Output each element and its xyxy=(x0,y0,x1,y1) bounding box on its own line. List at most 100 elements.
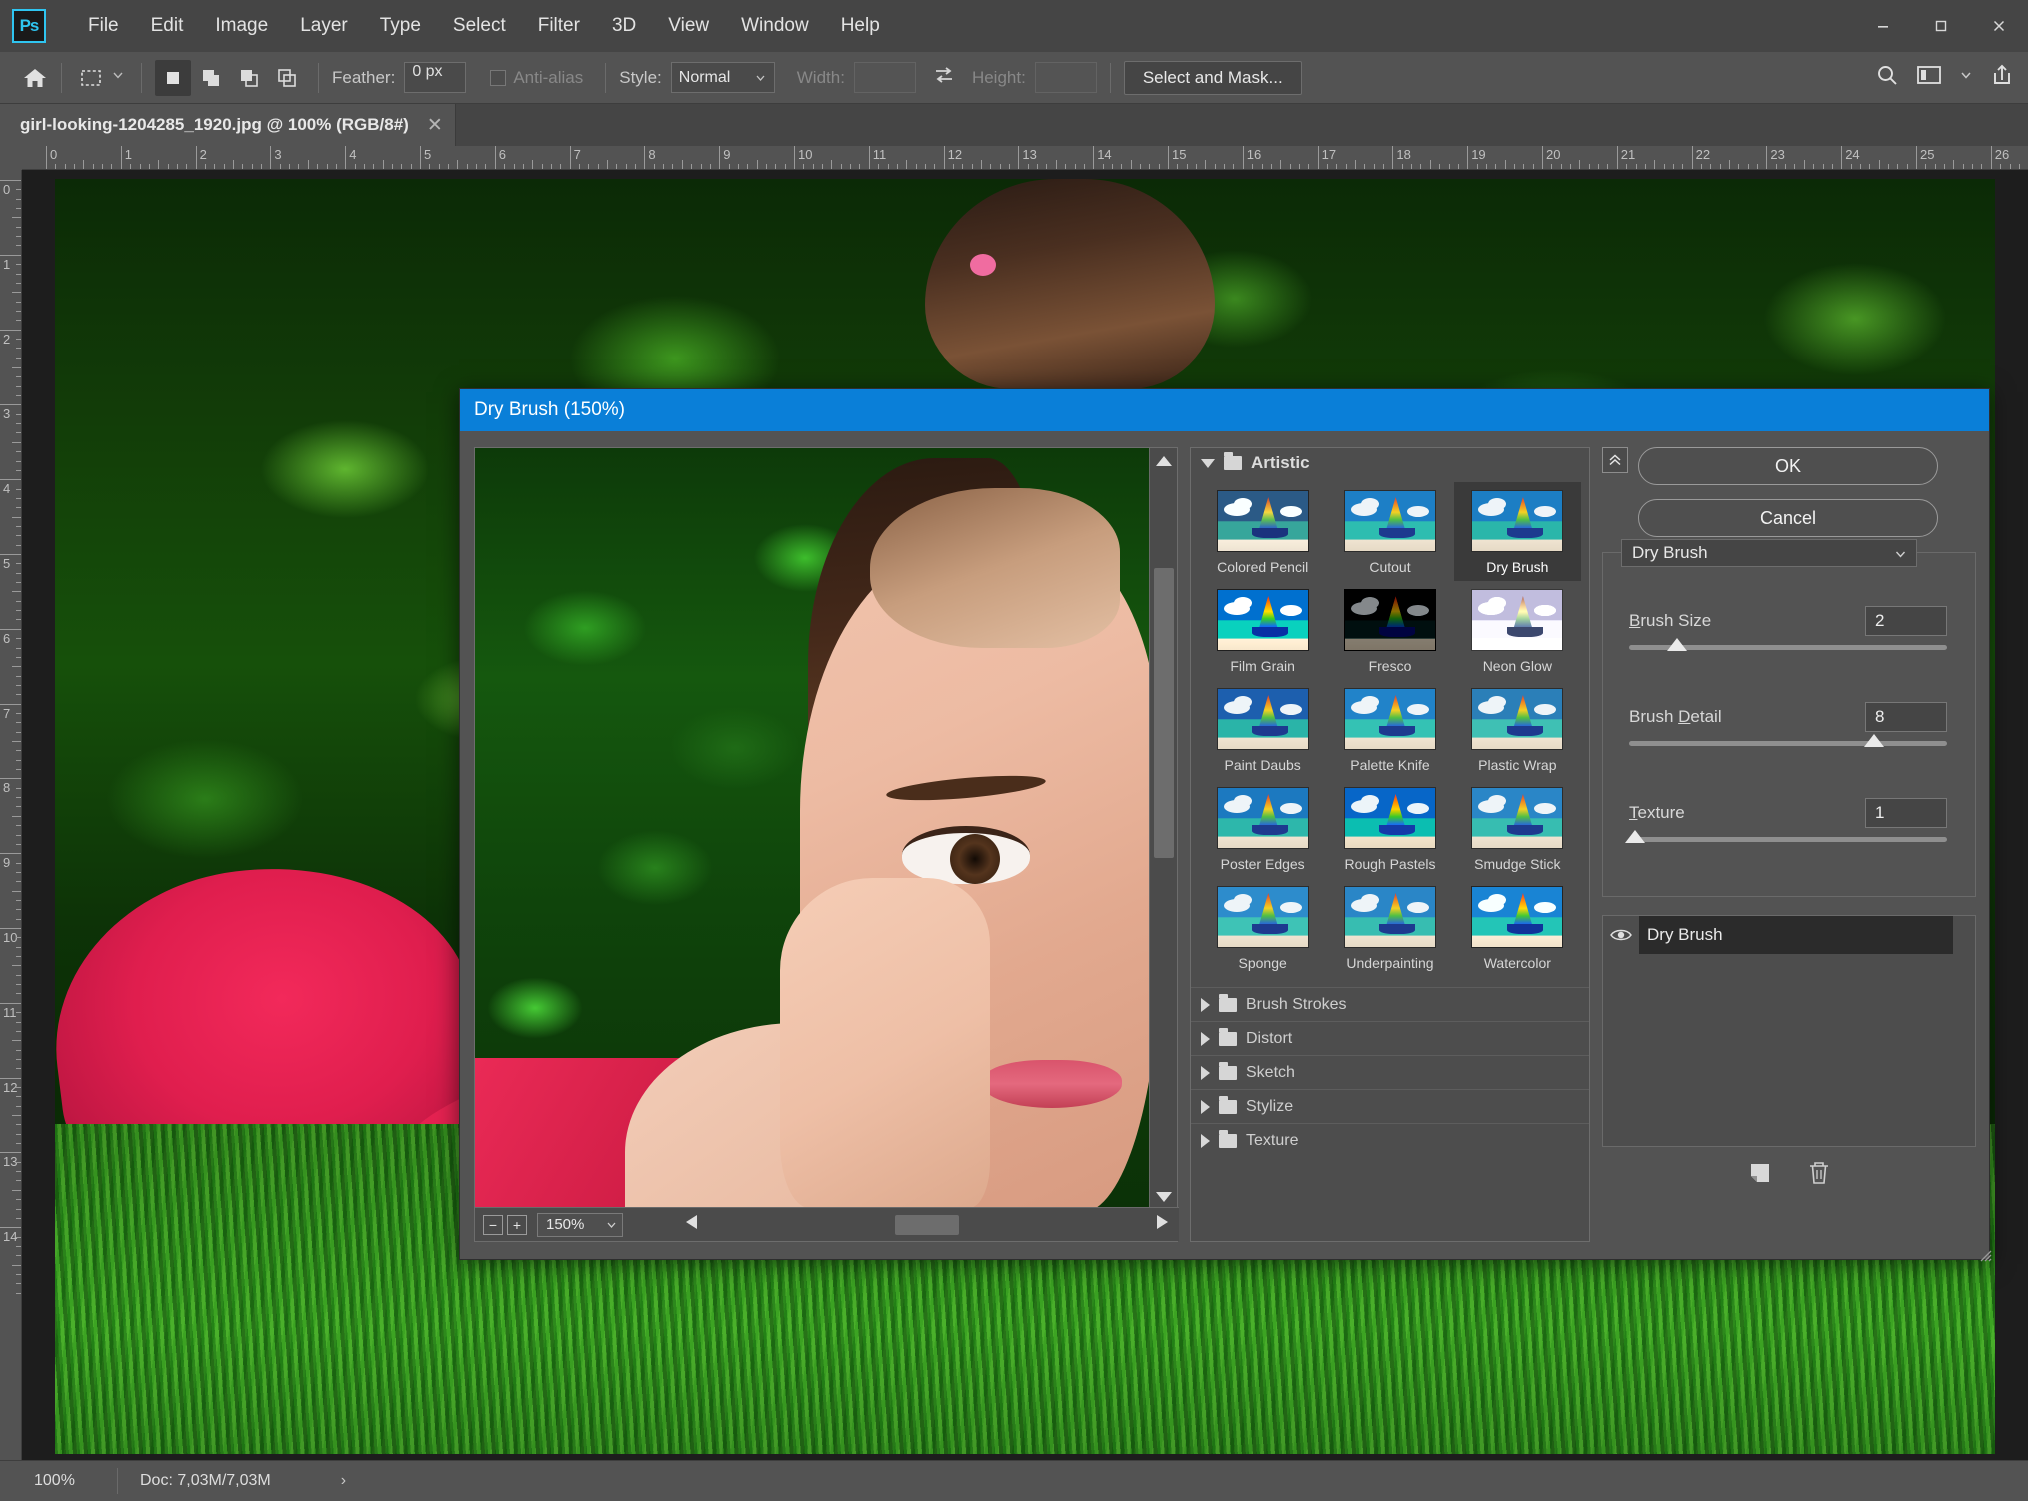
add-to-selection-button[interactable] xyxy=(193,60,229,96)
menu-item-3d[interactable]: 3D xyxy=(596,9,652,43)
filter-name-select[interactable]: Dry Brush xyxy=(1621,539,1917,567)
preview-hscroll-thumb[interactable] xyxy=(895,1214,959,1235)
parameter-slider[interactable] xyxy=(1629,734,1947,747)
effect-layer-name[interactable]: Dry Brush xyxy=(1639,916,1953,954)
scroll-up-icon[interactable] xyxy=(1150,448,1177,474)
feather-input[interactable]: 0 px xyxy=(404,62,467,93)
scroll-right-icon[interactable] xyxy=(1153,1212,1171,1237)
parameter-slider-knob[interactable] xyxy=(1625,830,1646,843)
scroll-left-icon[interactable] xyxy=(683,1212,701,1237)
menu-item-type[interactable]: Type xyxy=(364,9,437,43)
filter-thumbnail-watercolor[interactable]: Watercolor xyxy=(1454,878,1581,977)
menu-item-file[interactable]: File xyxy=(72,9,135,43)
zoom-out-button[interactable]: − xyxy=(483,1214,503,1235)
minimize-button[interactable] xyxy=(1854,0,1912,52)
status-expand-icon[interactable]: › xyxy=(341,1472,346,1490)
effect-layer-row[interactable]: Dry Brush xyxy=(1603,916,1975,954)
filter-thumbnail-sponge[interactable]: Sponge xyxy=(1199,878,1326,977)
filter-thumbnail-poster-edges[interactable]: Poster Edges xyxy=(1199,779,1326,878)
anti-alias-checkbox[interactable] xyxy=(490,69,507,86)
filter-thumbnail-colored-pencil[interactable]: Colored Pencil xyxy=(1199,482,1326,581)
parameter-value-input[interactable]: 8 xyxy=(1865,702,1947,732)
status-zoom-level[interactable]: 100% xyxy=(18,1468,118,1494)
cancel-button[interactable]: Cancel xyxy=(1638,499,1938,537)
active-tool-button[interactable] xyxy=(75,62,128,94)
menu-item-help[interactable]: Help xyxy=(825,9,896,43)
select-and-mask-button[interactable]: Select and Mask... xyxy=(1123,60,1302,95)
resize-grip-icon[interactable] xyxy=(1978,1248,1992,1262)
chevron-down-icon[interactable] xyxy=(111,68,125,87)
parameter-value-input[interactable]: 1 xyxy=(1865,798,1947,828)
maximize-button[interactable] xyxy=(1912,0,1970,52)
intersect-with-selection-button[interactable] xyxy=(269,60,305,96)
parameter-slider-knob[interactable] xyxy=(1666,638,1687,651)
ruler-minor-tick xyxy=(16,273,21,275)
close-icon[interactable]: ✕ xyxy=(427,114,443,137)
menu-item-filter[interactable]: Filter xyxy=(522,9,596,43)
category-row-distort[interactable]: Distort xyxy=(1191,1021,1589,1055)
filter-thumbnail-paint-daubs[interactable]: Paint Daubs xyxy=(1199,680,1326,779)
collapse-panel-icon[interactable] xyxy=(1602,447,1628,473)
eye-icon[interactable] xyxy=(1603,927,1639,943)
triangle-right-icon[interactable] xyxy=(1201,1031,1210,1046)
filter-thumbnail-film-grain[interactable]: Film Grain xyxy=(1199,581,1326,680)
filter-thumbnail-plastic-wrap[interactable]: Plastic Wrap xyxy=(1454,680,1581,779)
filter-thumbnail-neon-glow[interactable]: Neon Glow xyxy=(1454,581,1581,680)
workspace-icon[interactable] xyxy=(1916,64,1942,91)
horizontal-ruler[interactable]: 0 1 2 3 4 5 6 7 8 9 10 11 12 13 14 15 16 17 18 19 20 21 22 23 24… xyxy=(22,146,2028,170)
filter-thumbnail-underpainting[interactable]: Underpainting xyxy=(1326,878,1453,977)
filter-thumbnail-cutout[interactable]: Cutout xyxy=(1326,482,1453,581)
triangle-right-icon[interactable] xyxy=(1201,1133,1210,1148)
menu-item-view[interactable]: View xyxy=(652,9,725,43)
category-row-brush-strokes[interactable]: Brush Strokes xyxy=(1191,987,1589,1021)
close-button[interactable] xyxy=(1970,0,2028,52)
filter-thumbnail-dry-brush[interactable]: Dry Brush xyxy=(1453,482,1581,581)
ok-button[interactable]: OK xyxy=(1638,447,1938,485)
category-header-artistic[interactable]: Artistic xyxy=(1191,448,1589,478)
subtract-from-selection-button[interactable] xyxy=(231,60,267,96)
preview-horizontal-scrollbar[interactable] xyxy=(623,1212,1179,1237)
width-input[interactable] xyxy=(853,62,916,93)
menu-item-edit[interactable]: Edit xyxy=(135,9,200,43)
category-row-stylize[interactable]: Stylize xyxy=(1191,1089,1589,1123)
scroll-down-icon[interactable] xyxy=(1150,1190,1178,1204)
menu-item-image[interactable]: Image xyxy=(199,9,284,43)
delete-effect-layer-icon[interactable] xyxy=(1807,1160,1831,1191)
preview-vscroll-thumb[interactable] xyxy=(1154,568,1174,858)
filter-thumbnail-fresco[interactable]: Fresco xyxy=(1326,581,1453,680)
category-row-texture[interactable]: Texture xyxy=(1191,1123,1589,1157)
menu-item-layer[interactable]: Layer xyxy=(284,9,364,43)
triangle-right-icon[interactable] xyxy=(1201,997,1210,1012)
filter-thumbnail-smudge-stick[interactable]: Smudge Stick xyxy=(1454,779,1581,878)
preview-zoom-select[interactable]: 150% xyxy=(537,1212,623,1237)
vertical-ruler[interactable]: 0 1 2 3 4 5 6 7 8 9 10 11 12 13 14 xyxy=(0,170,22,1460)
height-input[interactable] xyxy=(1034,62,1097,93)
new-selection-button[interactable] xyxy=(155,59,191,96)
filter-preview-image[interactable] xyxy=(475,448,1150,1208)
style-select[interactable]: Normal xyxy=(670,62,775,93)
category-row-sketch[interactable]: Sketch xyxy=(1191,1055,1589,1089)
menu-item-select[interactable]: Select xyxy=(437,9,522,43)
triangle-right-icon[interactable] xyxy=(1201,1065,1210,1080)
ruler-tick xyxy=(0,180,21,181)
triangle-down-icon[interactable] xyxy=(1201,458,1215,468)
status-doc-info[interactable]: Doc: 7,03M/7,03M › xyxy=(118,1472,368,1490)
parameter-slider[interactable] xyxy=(1629,638,1947,651)
new-effect-layer-icon[interactable] xyxy=(1747,1160,1773,1191)
document-tab[interactable]: girl-looking-1204285_1920.jpg @ 100% (RG… xyxy=(0,104,456,146)
chevron-down-icon[interactable] xyxy=(1958,67,1974,88)
triangle-right-icon[interactable] xyxy=(1201,1099,1210,1114)
search-icon[interactable] xyxy=(1875,63,1900,93)
filter-thumbnail-palette-knife[interactable]: Palette Knife xyxy=(1326,680,1453,779)
filter-thumbnail-rough-pastels[interactable]: Rough Pastels xyxy=(1326,779,1453,878)
parameter-slider[interactable] xyxy=(1625,830,1947,843)
parameter-slider-knob[interactable] xyxy=(1863,734,1884,747)
home-icon[interactable] xyxy=(22,65,48,91)
share-icon[interactable] xyxy=(1990,63,2014,92)
parameter-value-input[interactable]: 2 xyxy=(1865,606,1947,636)
menu-item-window[interactable]: Window xyxy=(725,9,825,43)
preview-vertical-scrollbar[interactable] xyxy=(1149,448,1177,1208)
dialog-title-bar[interactable]: Dry Brush (150%) xyxy=(460,389,1989,431)
zoom-in-button[interactable]: + xyxy=(507,1214,527,1235)
swap-width-height-icon[interactable] xyxy=(932,64,956,91)
